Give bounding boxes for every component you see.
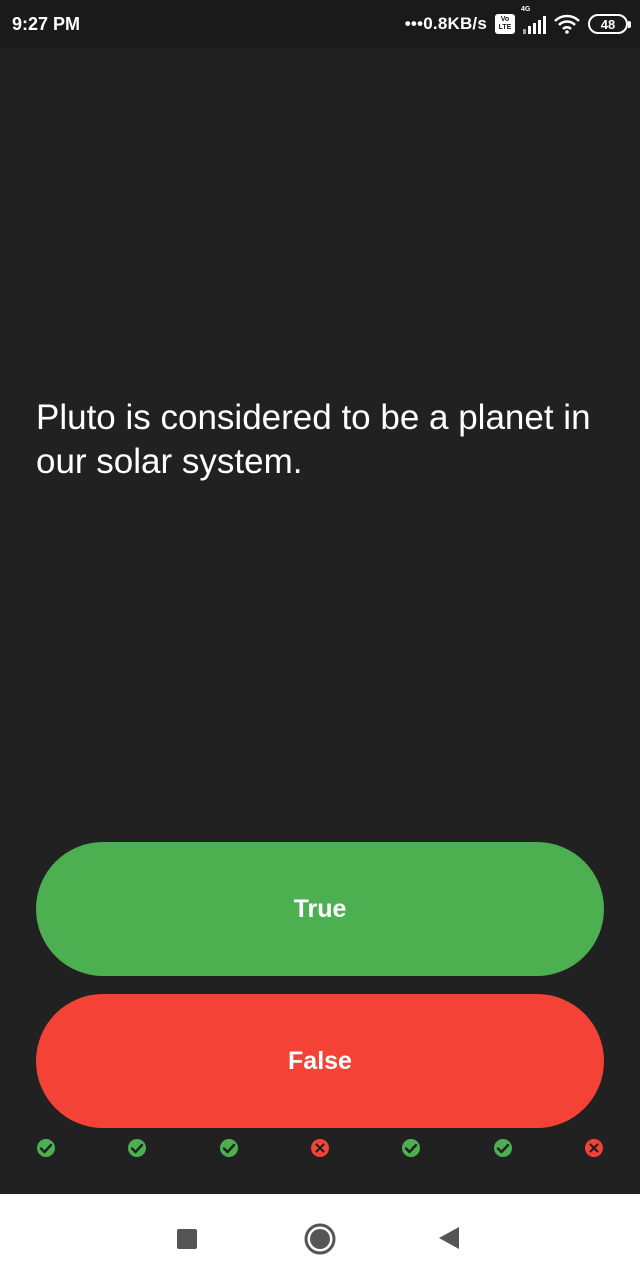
recent-apps-icon[interactable] bbox=[176, 1228, 198, 1255]
network-type-label: 4G bbox=[521, 6, 531, 13]
battery-icon: 48 bbox=[588, 14, 631, 34]
back-icon[interactable] bbox=[438, 1226, 460, 1255]
volte-bottom-label: LTE bbox=[498, 24, 512, 31]
score-keeper bbox=[36, 1138, 604, 1158]
check-icon bbox=[219, 1138, 239, 1158]
home-icon[interactable] bbox=[303, 1222, 337, 1261]
cross-icon bbox=[310, 1138, 330, 1158]
false-button-label: False bbox=[288, 1046, 352, 1075]
question-text: Pluto is considered to be a planet in ou… bbox=[36, 398, 591, 481]
cell-signal-icon: 4G bbox=[521, 6, 546, 34]
volte-icon: Vo LTE bbox=[495, 14, 515, 34]
true-button-label: True bbox=[293, 894, 347, 923]
check-icon bbox=[493, 1138, 513, 1158]
battery-level: 48 bbox=[600, 16, 616, 32]
true-button[interactable]: True bbox=[36, 842, 604, 976]
wifi-icon bbox=[554, 14, 580, 34]
check-icon bbox=[127, 1138, 147, 1158]
cross-icon bbox=[584, 1138, 604, 1158]
volte-top-label: Vo bbox=[500, 16, 510, 23]
check-icon bbox=[36, 1138, 56, 1158]
status-indicators: •••0.8KB/s Vo LTE 4G 48 bbox=[404, 6, 631, 34]
status-bar: 9:27 PM •••0.8KB/s Vo LTE 4G 48 bbox=[0, 0, 640, 48]
quiz-screen: Pluto is considered to be a planet in ou… bbox=[0, 48, 640, 1194]
system-nav-bar bbox=[0, 1194, 640, 1280]
status-time: 9:27 PM bbox=[12, 13, 81, 34]
check-icon bbox=[401, 1138, 421, 1158]
false-button[interactable]: False bbox=[36, 994, 604, 1128]
network-speed: •••0.8KB/s bbox=[404, 14, 487, 33]
